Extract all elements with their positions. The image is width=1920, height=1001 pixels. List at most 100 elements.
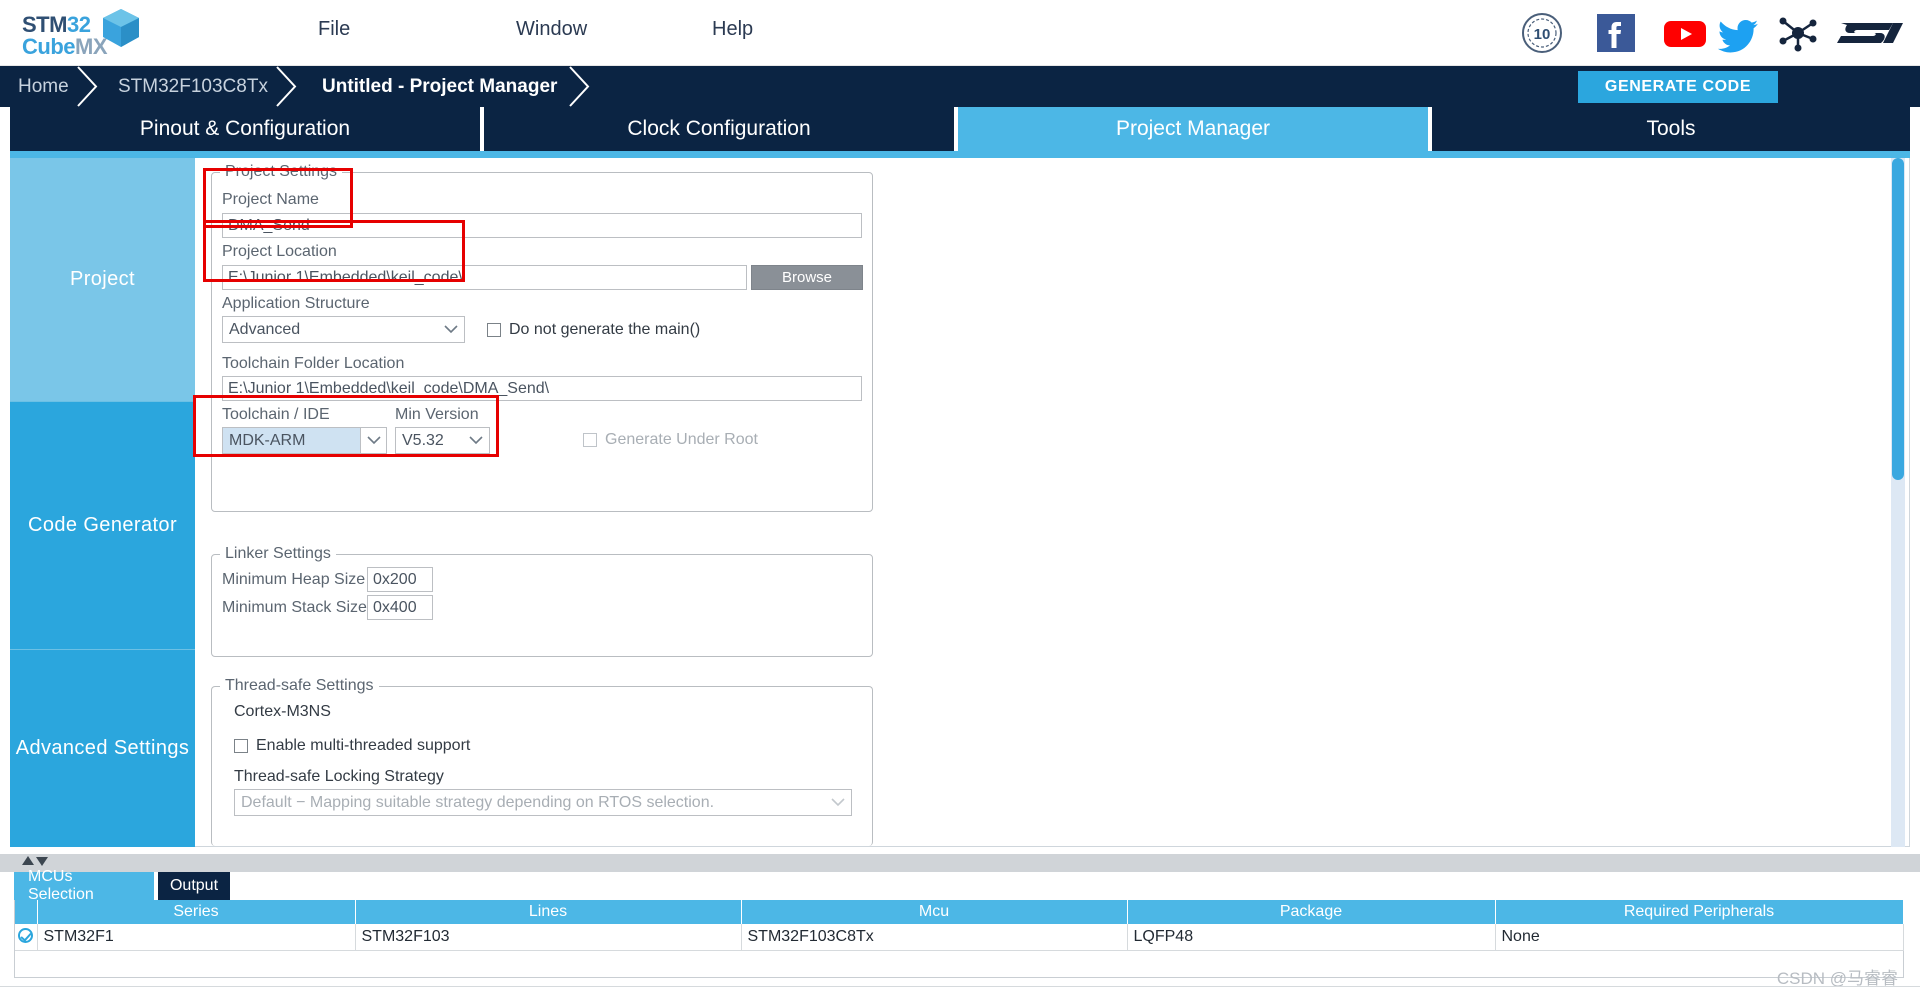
facebook-icon[interactable] [1594,11,1638,55]
cube-icon [100,7,142,49]
application-structure-value: Advanced [229,320,301,338]
table-row[interactable]: STM32F1 STM32F103 STM32F103C8Tx LQFP48 N… [15,924,1904,951]
twitter-icon[interactable] [1714,11,1762,55]
cell-lines: STM32F103 [355,924,742,951]
do-not-generate-main-label: Do not generate the main() [509,321,701,338]
menu-window[interactable]: Window [516,18,587,41]
project-settings-group: Project Settings Project Name Project Lo… [211,163,873,512]
cell-mcu: STM32F103C8Tx [741,924,1128,951]
breadcrumb-chevron-icon [76,66,104,107]
logo-text-cubemx: CubeMX [22,34,108,59]
check-circle-icon [18,927,33,943]
enable-multithreaded-checkbox[interactable] [234,739,248,753]
project-name-label: Project Name [222,191,319,208]
bottom-tab-output[interactable]: Output [158,872,230,900]
minimum-stack-size-label: Minimum Stack Size [222,599,367,616]
menu-help[interactable]: Help [712,18,753,41]
stm32cubemx-logo: STM32 CubeMX [12,7,162,59]
toolchain-folder-label: Toolchain Folder Location [222,355,405,372]
cortex-core-label: Cortex-M3NS [234,703,331,720]
bottom-status-bar [0,986,1920,1001]
min-version-label: Min Version [395,406,479,423]
minimum-heap-size-label: Minimum Heap Size [222,571,366,588]
mcu-selection-table-wrapper: Series Lines Mcu Package Required Periph… [14,900,1904,978]
cell-package: LQFP48 [1127,924,1496,951]
do-not-generate-main-row[interactable]: Do not generate the main() [487,321,700,339]
project-settings-legend: Project Settings [220,163,343,181]
chevron-down-icon [825,790,851,815]
browse-button[interactable]: Browse [751,265,863,290]
cell-required-peripherals: None [1495,924,1904,951]
breadcrumb-chevron-icon-3 [568,66,596,107]
toolchain-ide-label: Toolchain / IDE [222,406,330,423]
project-name-input[interactable] [222,213,862,238]
sidebar-item-project[interactable]: Project [10,158,195,401]
tab-clock-configuration[interactable]: Clock Configuration [484,107,956,151]
enable-multithreaded-row[interactable]: Enable multi-threaded support [234,737,470,755]
min-version-dropdown[interactable]: V5.32 [395,427,490,454]
project-location-input[interactable] [222,265,747,290]
breadcrumb-current-page: Untitled - Project Manager [322,75,558,97]
min-version-value: V5.32 [402,431,444,449]
thread-safe-settings-group: Thread-safe Settings Cortex-M3NS Enable … [211,677,873,846]
svg-text:10: 10 [1534,26,1551,43]
tab-underline [10,151,1910,158]
minimum-heap-size-input[interactable] [367,567,433,592]
tab-project-manager[interactable]: Project Manager [958,107,1430,151]
enable-multithreaded-label: Enable multi-threaded support [256,737,471,754]
breadcrumb-home[interactable]: Home [18,66,69,107]
scrollbar-thumb[interactable] [1892,158,1904,480]
generate-under-root-row[interactable]: Generate Under Root [583,431,758,449]
breadcrumb: Home STM32F103C8Tx Untitled - Project Ma… [0,66,1920,107]
column-header-series[interactable]: Series [37,900,356,924]
toolchain-ide-value: MDK-ARM [229,431,306,449]
breadcrumb-chevron-icon-2 [275,66,303,107]
table-header-row: Series Lines Mcu Package Required Periph… [15,900,1904,924]
column-header-mcu[interactable]: Mcu [741,900,1128,924]
locking-strategy-value: Default − Mapping suitable strategy depe… [241,793,715,811]
do-not-generate-main-checkbox[interactable] [487,323,501,337]
youtube-icon[interactable] [1660,11,1710,55]
community-network-icon[interactable] [1774,11,1822,55]
column-header-package[interactable]: Package [1127,900,1496,924]
tab-tools[interactable]: Tools [1432,107,1910,151]
project-manager-sidebar: Project Code Generator Advanced Settings [10,158,195,847]
generate-under-root-checkbox[interactable] [583,433,597,447]
project-settings-panel: Project Settings Project Name Project Lo… [193,158,1910,847]
bottom-tab-strip: MCUs Selection Output [0,868,1920,903]
main-tab-bar: Pinout & Configuration Clock Configurati… [0,107,1920,151]
tab-pinout-configuration[interactable]: Pinout & Configuration [10,107,482,151]
thread-safe-settings-legend: Thread-safe Settings [220,677,379,695]
generate-under-root-label: Generate Under Root [605,431,758,448]
toolchain-ide-dropdown[interactable]: MDK-ARM [222,427,387,454]
chevron-down-icon [463,428,489,453]
toolchain-folder-input[interactable] [222,376,862,401]
top-menu-bar: STM32 CubeMX File Window Help 10 [0,0,1920,66]
chevron-down-icon [360,428,386,453]
panel-vertical-scrollbar[interactable] [1891,158,1905,847]
application-structure-dropdown[interactable]: Advanced [222,316,465,343]
application-structure-label: Application Structure [222,295,370,312]
minimum-stack-size-input[interactable] [367,595,433,620]
generate-code-button[interactable]: GENERATE CODE [1578,71,1778,103]
sidebar-item-code-generator[interactable]: Code Generator [10,401,195,649]
ten-years-badge-icon[interactable]: 10 [1520,11,1564,55]
menu-file[interactable]: File [318,18,350,41]
locking-strategy-dropdown[interactable]: Default − Mapping suitable strategy depe… [234,789,852,816]
column-header-lines[interactable]: Lines [355,900,742,924]
breadcrumb-mcu[interactable]: STM32F103C8Tx [118,66,268,107]
row-selected-indicator [15,924,38,951]
mcu-selection-table: Series Lines Mcu Package Required Periph… [15,900,1904,951]
chevron-down-icon [438,317,464,342]
linker-settings-legend: Linker Settings [220,545,336,563]
locking-strategy-label: Thread-safe Locking Strategy [234,768,444,785]
column-header-required-peripherals[interactable]: Required Peripherals [1495,900,1904,924]
column-header-select[interactable] [15,900,38,924]
project-location-label: Project Location [222,243,337,260]
linker-settings-group: Linker Settings Minimum Heap Size Minimu… [211,545,873,657]
bottom-splitter[interactable] [0,854,1920,872]
st-logo-icon[interactable] [1835,11,1905,55]
cell-series: STM32F1 [37,924,356,951]
sidebar-item-advanced-settings[interactable]: Advanced Settings [10,649,195,847]
bottom-tab-mcus-selection[interactable]: MCUs Selection [14,868,154,903]
